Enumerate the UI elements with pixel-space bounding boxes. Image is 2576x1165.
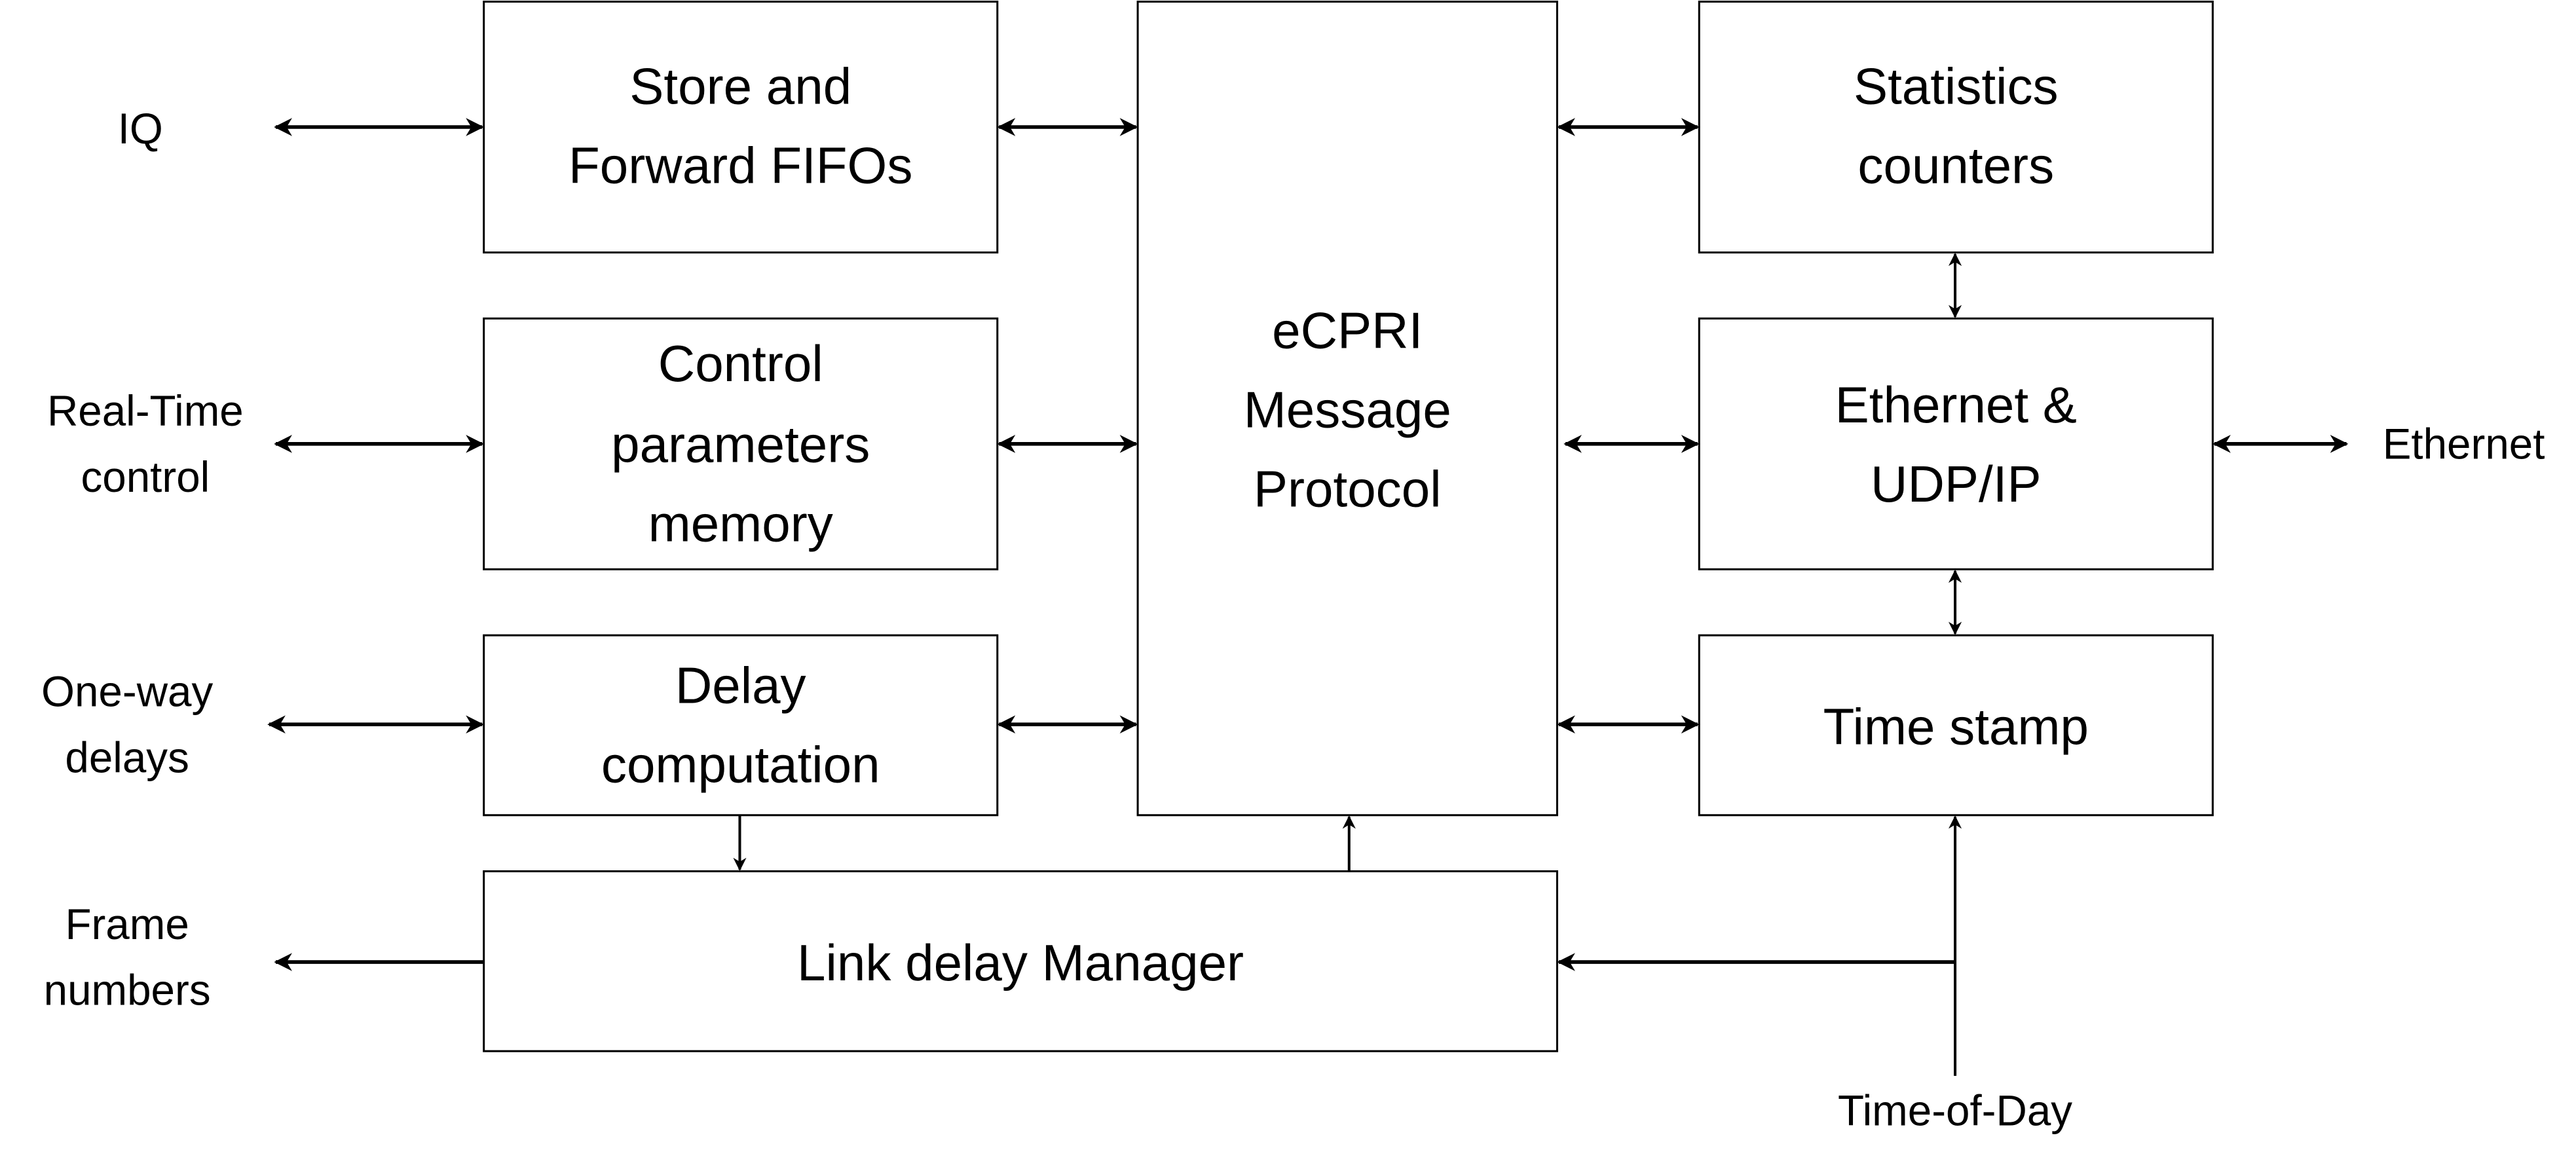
- label-real-time: Real-Time: [47, 387, 244, 435]
- label-one-way: One-way: [41, 668, 213, 716]
- ecpri-block-diagram: Store and Forward FIFOs Control paramete…: [41, 1, 2545, 1135]
- block-ethernet-udp-ip: Ethernet & UDP/IP: [1698, 317, 2214, 570]
- block-label: Ethernet &: [1835, 376, 2077, 434]
- block-label: Forward FIFOs: [569, 137, 912, 194]
- label-control: control: [81, 453, 210, 501]
- block-label: computation: [601, 735, 880, 793]
- block-label: Protocol: [1254, 460, 1442, 518]
- block-label: Message: [1244, 381, 1451, 439]
- label-numbers: numbers: [44, 967, 211, 1014]
- label-iq: IQ: [118, 105, 163, 153]
- block-label: Control: [658, 335, 823, 392]
- label-ethernet: Ethernet: [2383, 420, 2545, 468]
- block-label: Statistics: [1854, 58, 2059, 115]
- block-label: Delay: [675, 656, 806, 714]
- block-label: Store and: [629, 58, 851, 115]
- block-store-forward-fifos: Store and Forward FIFOs: [483, 1, 999, 254]
- block-time-stamp: Time stamp: [1698, 634, 2214, 817]
- block-ecpri-message-protocol: eCPRI Message Protocol: [1136, 1, 1558, 817]
- label-frame: Frame: [65, 900, 189, 948]
- block-label: Time stamp: [1823, 697, 2089, 755]
- block-control-parameters-memory: Control parameters memory: [483, 317, 999, 570]
- block-label: UDP/IP: [1871, 455, 2042, 513]
- block-label: memory: [648, 495, 833, 553]
- block-label: parameters: [611, 416, 870, 473]
- block-label: counters: [1857, 137, 2054, 194]
- block-label: Link delay Manager: [797, 934, 1244, 991]
- block-statistics-counters: Statistics counters: [1698, 1, 2214, 254]
- block-delay-computation: Delay computation: [483, 634, 999, 817]
- block-label: eCPRI: [1272, 302, 1423, 360]
- block-link-delay-manager: Link delay Manager: [483, 870, 1558, 1052]
- label-time-of-day: Time-of-Day: [1838, 1087, 2072, 1135]
- label-delays: delays: [65, 733, 189, 781]
